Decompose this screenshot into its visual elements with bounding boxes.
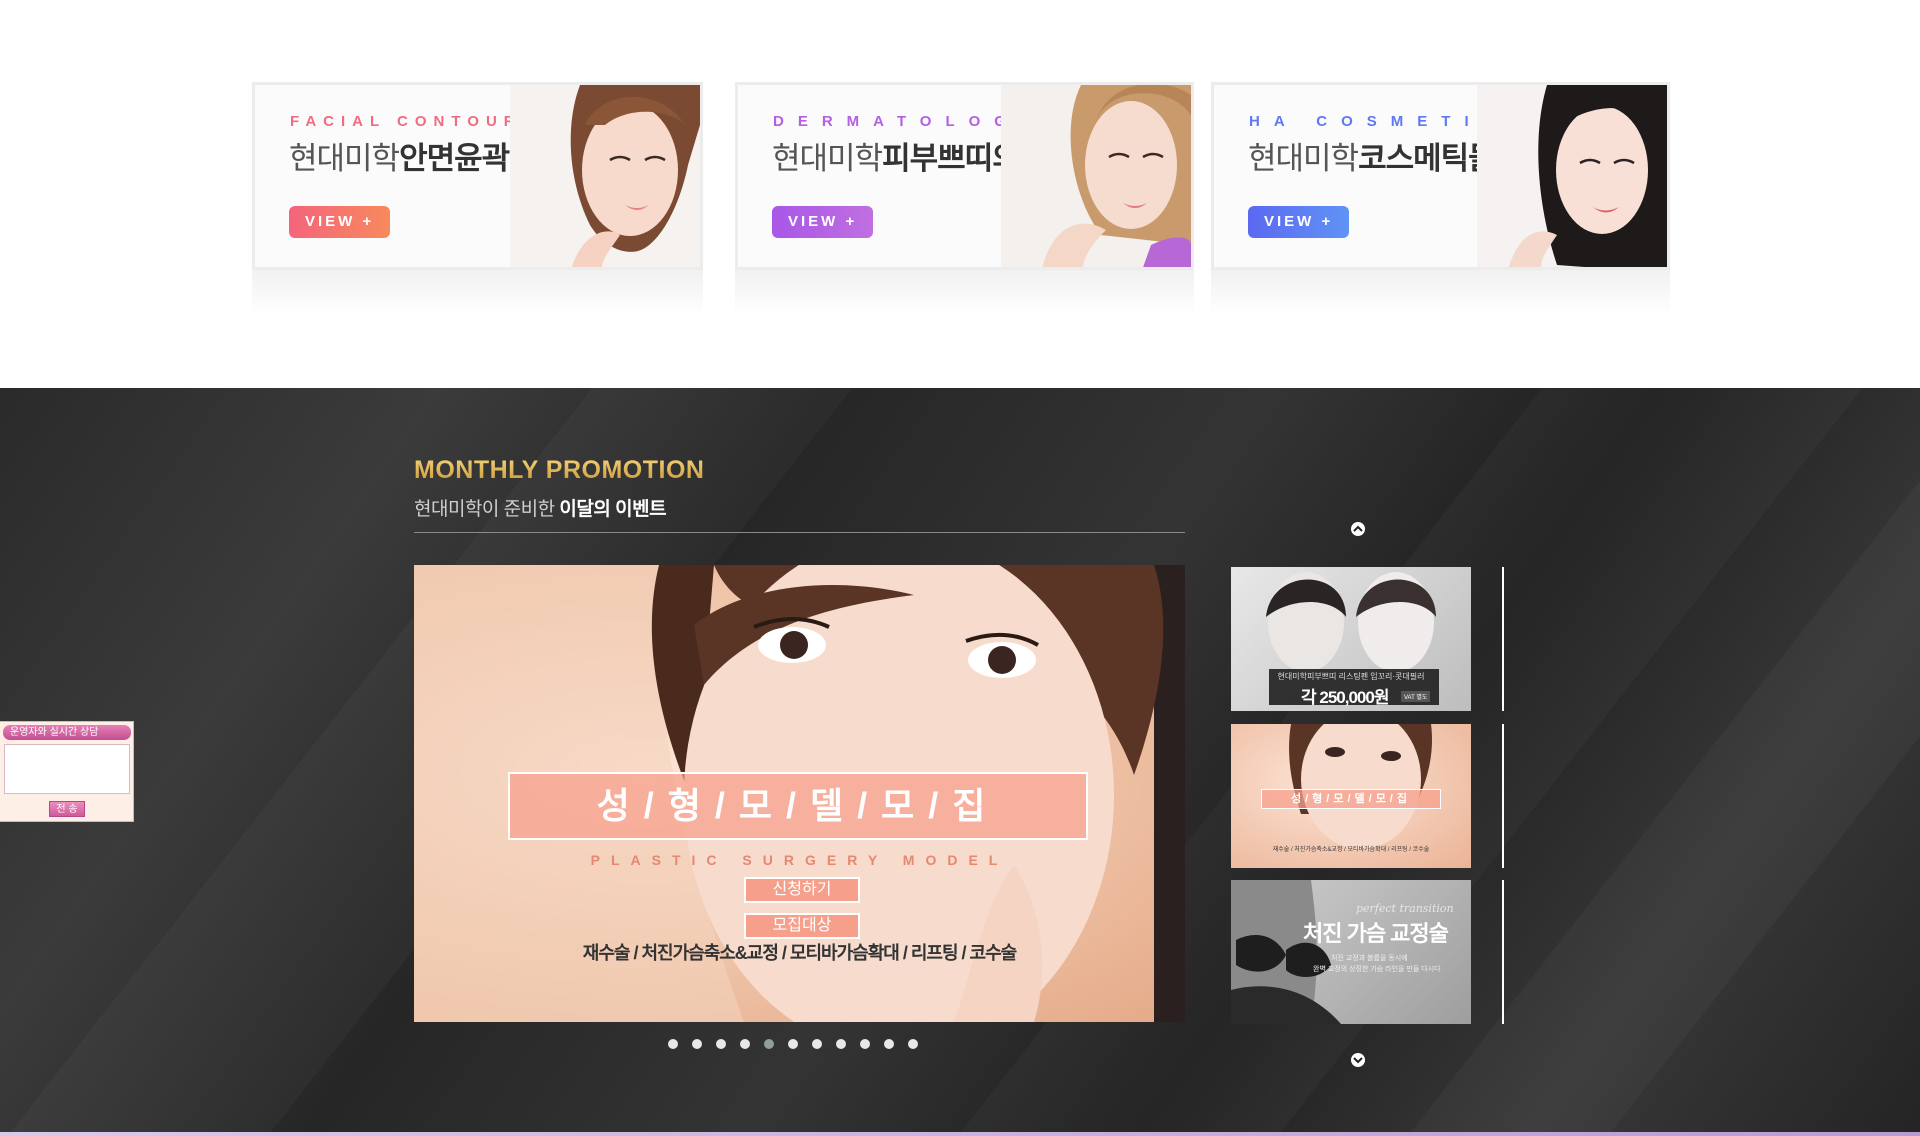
thumbnail-script: perfect transition [1356,902,1454,915]
pagination-dot[interactable] [836,1039,846,1049]
model-photo [1001,85,1191,267]
monthly-promotion-section: MONTHLY PROMOTION 현대미학이 준비한 이달의 이벤트 성/형/… [0,388,1920,1136]
thumbnail-indicator [1502,567,1504,711]
recruit-target-button[interactable]: 모집대상 [744,913,860,939]
section-bottom-border [0,1132,1920,1136]
main-promotion-slide[interactable]: 성/형/모/델/모/집 PLASTIC SURGERY MODEL 신청하기 모… [414,565,1185,1022]
model-photo [510,85,700,267]
promotion-subtitle: 현대미학이 준비한 이달의 이벤트 [414,499,667,520]
thumbnail-title: 성/형/모/델/모/집 [1261,789,1441,809]
thumbnail-model-recruit[interactable]: 성/형/모/델/모/집 재수술 / 처진가슴축소&교정 / 모티바가슴확대 / … [1231,724,1471,868]
pagination-dot[interactable] [812,1039,822,1049]
slide-eng-subtitle: PLASTIC SURGERY MODEL [590,852,1009,868]
banner-ha-cosmetics[interactable]: HA COSMETICS 현대미학코스메틱몰 VIEW + [1211,82,1670,270]
chat-title: 운영자와 실시간 상담 [3,725,131,740]
chat-message-input[interactable] [4,744,130,794]
pagination-dot[interactable] [692,1039,702,1049]
center-banners: FACIAL CONTOURING 현대미학안면윤곽센터 VIEW + DERM… [0,0,1920,388]
view-button[interactable]: VIEW + [289,206,391,238]
thumbnail-price: 각 250,000원 [1301,688,1389,707]
pagination-dot[interactable] [668,1039,678,1049]
thumbnail-caption: 재수술 / 처진가슴축소&교정 / 모티바가슴확대 / 리프팅 / 코수술 [1272,847,1430,853]
banner-reflection [735,270,1194,316]
thumbnail-title: 처진 가슴 교정술 [1303,921,1449,946]
model-photo [1477,85,1667,267]
title-divider [414,532,1185,533]
banner-facial-contouring[interactable]: FACIAL CONTOURING 현대미학안면윤곽센터 VIEW + [252,82,703,270]
view-button[interactable]: VIEW + [1248,206,1350,238]
view-button[interactable]: VIEW + [772,206,874,238]
pagination-dot-active[interactable] [764,1039,774,1049]
promotion-title: MONTHLY PROMOTION [414,456,705,484]
slide-title: 성/형/모/델/모/집 [508,772,1088,840]
pagination-dot[interactable] [884,1039,894,1049]
pagination-dot[interactable] [716,1039,726,1049]
thumbnail-caption: 처진 교정과 볼륨을 동시에 [1331,955,1408,962]
banner-reflection [1211,270,1670,316]
thumbnail-indicator [1502,724,1504,868]
apply-button[interactable]: 신청하기 [744,877,860,903]
slide-procedure-list: 재수술 / 처진가슴축소&교정 / 모티바가슴확대 / 리프팅 / 코수술 [582,943,1017,963]
pagination-dot[interactable] [788,1039,798,1049]
slider-pagination [668,1039,932,1053]
chat-send-button[interactable]: 전 송 [49,801,85,817]
thumbnail-indicator [1502,880,1504,1024]
vat-badge: VAT 별도 [1401,691,1431,702]
chevron-up-icon[interactable] [1350,522,1366,536]
pagination-dot[interactable] [740,1039,750,1049]
pagination-dot[interactable] [908,1039,918,1049]
thumbnail-caption: 현대미학피부쁘띠 리스팅펜 입꼬리·콧대필러 [1277,672,1425,681]
chevron-down-icon[interactable] [1350,1053,1366,1067]
pagination-dot[interactable] [860,1039,870,1049]
banner-dermatology[interactable]: DERMATOLOGY 현대미학피부쁘띠의원 VIEW + [735,82,1194,270]
thumbnail-breast-lift[interactable]: perfect transition 처진 가슴 교정술 처진 교정과 볼륨을 … [1231,880,1471,1024]
live-chat-widget: 운영자와 실시간 상담 전 송 [0,721,134,822]
banner-kor-title: 현대미학코스메틱몰 [1248,141,1497,176]
banner-reflection [252,270,703,316]
thumbnail-petit-event[interactable]: 현대미학피부쁘띠 리스팅펜 입꼬리·콧대필러 각 250,000원 VAT 별도 [1231,567,1471,711]
thumbnail-caption: 완벽 교정의 상징한 가슴 라인을 만들 다시다 [1313,966,1441,973]
